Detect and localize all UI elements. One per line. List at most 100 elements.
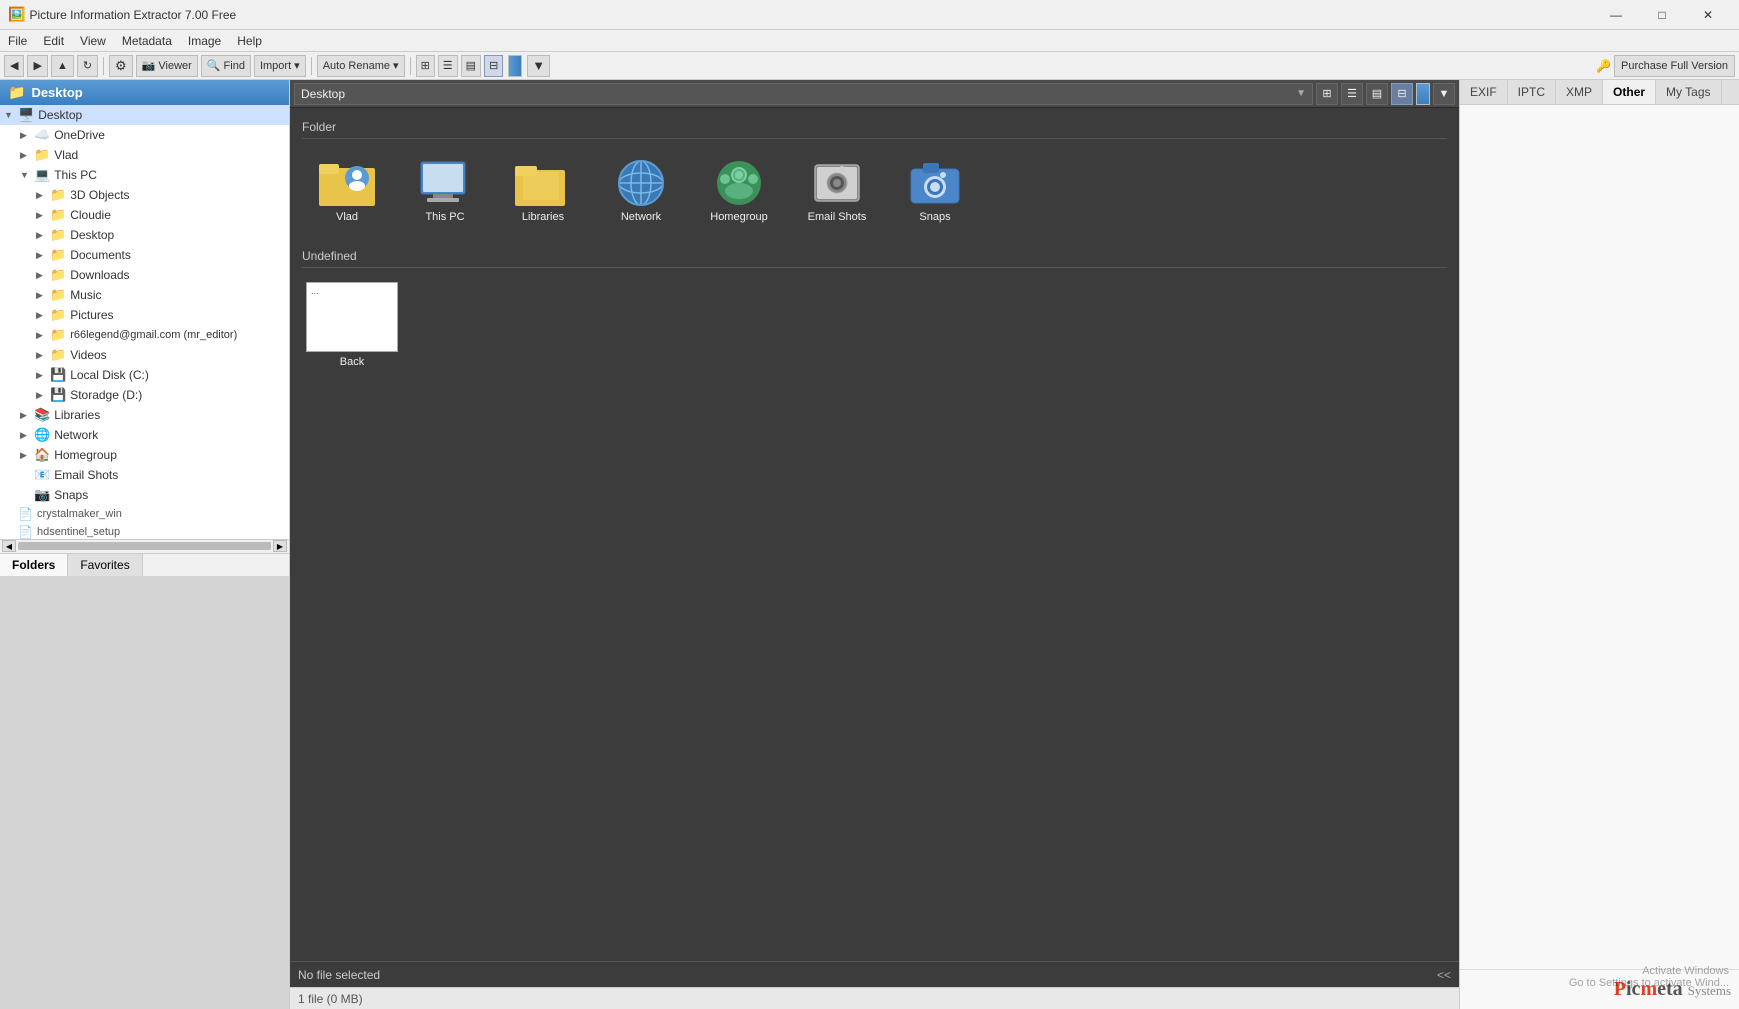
menu-view[interactable]: View	[72, 32, 114, 50]
tree-item-homegroup[interactable]: ▶ 🏠 Homegroup	[0, 445, 289, 465]
tree-item-label: OneDrive	[54, 128, 105, 142]
minimize-button[interactable]: —	[1593, 0, 1639, 30]
tree-item-desktop[interactable]: ▼ 🖥️ Desktop	[0, 105, 289, 125]
view-list-btn[interactable]: ☰	[438, 55, 458, 77]
settings-button[interactable]: ⚙	[109, 55, 133, 77]
tree-item-vlad[interactable]: ▶ 📁 Vlad	[0, 145, 289, 165]
tree-item-pictures[interactable]: ▶ 📁 Pictures	[0, 305, 289, 325]
folder-item-thispc[interactable]: This PC	[400, 149, 490, 229]
forward-button[interactable]: ▶	[27, 55, 47, 77]
back-button[interactable]: ◀	[4, 55, 24, 77]
expander-icon: ▶	[36, 290, 50, 301]
meta-tab-xmp[interactable]: XMP	[1556, 80, 1603, 104]
bottom-branding: Picmeta Systems	[1460, 969, 1739, 1009]
scroll-right-btn[interactable]: ▶	[273, 540, 287, 552]
tree-item-onedrive[interactable]: ▶ ☁️ OneDrive	[0, 125, 289, 145]
tree-item-label: Desktop	[70, 228, 114, 242]
up-button[interactable]: ▲	[51, 55, 74, 77]
tree-item-videos[interactable]: ▶ 📁 Videos	[0, 345, 289, 365]
filter-btn[interactable]: ▼	[1433, 83, 1455, 105]
meta-tab-mytags[interactable]: My Tags	[1656, 80, 1721, 104]
downloads-icon: 📁	[50, 267, 66, 283]
autorename-button[interactable]: Auto Rename ▾	[317, 55, 405, 77]
tree-item-3dobjects[interactable]: ▶ 📁 3D Objects	[0, 185, 289, 205]
menu-metadata[interactable]: Metadata	[114, 32, 180, 50]
tree-item-label: Storadge (D:)	[70, 388, 142, 402]
homegroup-folder-icon	[709, 155, 769, 211]
right-panel: EXIF IPTC XMP Other My Tags Picmeta Syst…	[1459, 80, 1739, 1009]
folder-item-network[interactable]: Network	[596, 149, 686, 229]
view-detail-btn[interactable]: ▤	[461, 55, 481, 77]
folder-item-homegroup[interactable]: Homegroup	[694, 149, 784, 229]
meta-tab-other[interactable]: Other	[1603, 80, 1656, 104]
menu-help[interactable]: Help	[229, 32, 270, 50]
menu-edit[interactable]: Edit	[35, 32, 72, 50]
folder-section-label: Folder	[302, 120, 1447, 139]
tree-item-thispc[interactable]: ▼ 💻 This PC	[0, 165, 289, 185]
purchase-button[interactable]: Purchase Full Version	[1614, 55, 1735, 77]
color-swatch[interactable]	[1416, 83, 1430, 105]
meta-tab-iptc[interactable]: IPTC	[1508, 80, 1556, 104]
window-controls: — □ ✕	[1593, 0, 1731, 30]
find-button[interactable]: 🔍 Find	[201, 55, 251, 77]
tree-item-documents[interactable]: ▶ 📁 Documents	[0, 245, 289, 265]
toolbar: ◀ ▶ ▲ ↻ ⚙ 📷 Viewer 🔍 Find Import ▾ Auto …	[0, 52, 1739, 80]
folder-item-snaps[interactable]: Snaps	[890, 149, 980, 229]
tree-item-storadge[interactable]: ▶ 💾 Storadge (D:)	[0, 385, 289, 405]
libraries-icon: 📚	[34, 407, 50, 423]
tree-item-crystalmaker[interactable]: 📄 crystalmaker_win	[0, 505, 289, 523]
view-mode-3[interactable]: ▤	[1366, 83, 1388, 105]
back-thumbnail: ...	[306, 282, 398, 352]
menu-image[interactable]: Image	[180, 32, 229, 50]
app-title: Picture Information Extractor 7.00 Free	[29, 8, 1593, 22]
meta-tab-exif[interactable]: EXIF	[1460, 80, 1508, 104]
folder-item-vlad[interactable]: Vlad	[302, 149, 392, 229]
videos-icon: 📁	[50, 347, 66, 363]
path-bar[interactable]: Desktop ▼	[294, 83, 1313, 105]
viewer-button[interactable]: 📷 Viewer	[136, 55, 198, 77]
view-mode-4[interactable]: ⊟	[1391, 83, 1413, 105]
tree-item-downloads[interactable]: ▶ 📁 Downloads	[0, 265, 289, 285]
sidebar-scrollbar-h[interactable]: ◀ ▶	[0, 539, 289, 553]
tree-item-label: Network	[54, 428, 98, 442]
collapse-btn[interactable]: <<	[1437, 968, 1451, 982]
tree-item-hdsentinel[interactable]: 📄 hdsentinel_setup	[0, 523, 289, 539]
refresh-button[interactable]: ↻	[77, 55, 98, 77]
tree-item-cloudie[interactable]: ▶ 📁 Cloudie	[0, 205, 289, 225]
tab-folders[interactable]: Folders	[0, 554, 68, 576]
cloudie-icon: 📁	[50, 207, 66, 223]
view-mode-2[interactable]: ☰	[1341, 83, 1363, 105]
meta-content	[1460, 105, 1739, 969]
expander-icon: ▶	[20, 410, 34, 421]
sidebar-header: 📁 Desktop	[0, 80, 289, 105]
tree-item-music[interactable]: ▶ 📁 Music	[0, 285, 289, 305]
view-grid-btn[interactable]: ⊞	[416, 55, 435, 77]
tree-item-snaps[interactable]: 📷 Snaps	[0, 485, 289, 505]
file-count-bar: 1 file (0 MB)	[290, 987, 1459, 1009]
menu-file[interactable]: File	[0, 32, 35, 50]
view-thumb-btn[interactable]: ⊟	[484, 55, 503, 77]
tree-item-r66[interactable]: ▶ 📁 r66legend@gmail.com (mr_editor)	[0, 325, 289, 345]
tree-item-network[interactable]: ▶ 🌐 Network	[0, 425, 289, 445]
tree-item-localdisk[interactable]: ▶ 💾 Local Disk (C:)	[0, 365, 289, 385]
view-mode-1[interactable]: ⊞	[1316, 83, 1338, 105]
maximize-button[interactable]: □	[1639, 0, 1685, 30]
folder-item-emailshots[interactable]: Email Shots	[792, 149, 882, 229]
close-button[interactable]: ✕	[1685, 0, 1731, 30]
undefined-section-label: Undefined	[302, 249, 1447, 268]
expander-icon: ▶	[36, 250, 50, 261]
tree-item-emailshots[interactable]: 📧 Email Shots	[0, 465, 289, 485]
storadge-icon: 💾	[50, 387, 66, 403]
filter-button[interactable]: ▼	[527, 55, 550, 77]
status-bar: No file selected <<	[290, 961, 1459, 987]
tree-item-libraries[interactable]: ▶ 📚 Libraries	[0, 405, 289, 425]
import-button[interactable]: Import ▾	[254, 55, 306, 77]
scroll-thumb[interactable]	[18, 542, 271, 550]
tree-item-desktopf[interactable]: ▶ 📁 Desktop	[0, 225, 289, 245]
scroll-left-btn[interactable]: ◀	[2, 540, 16, 552]
status-text: No file selected	[298, 968, 380, 982]
folder-item-back[interactable]: ... Back	[302, 278, 402, 372]
tree-item-label: Email Shots	[54, 468, 118, 482]
tab-favorites[interactable]: Favorites	[68, 554, 142, 576]
folder-item-libraries[interactable]: Libraries	[498, 149, 588, 229]
